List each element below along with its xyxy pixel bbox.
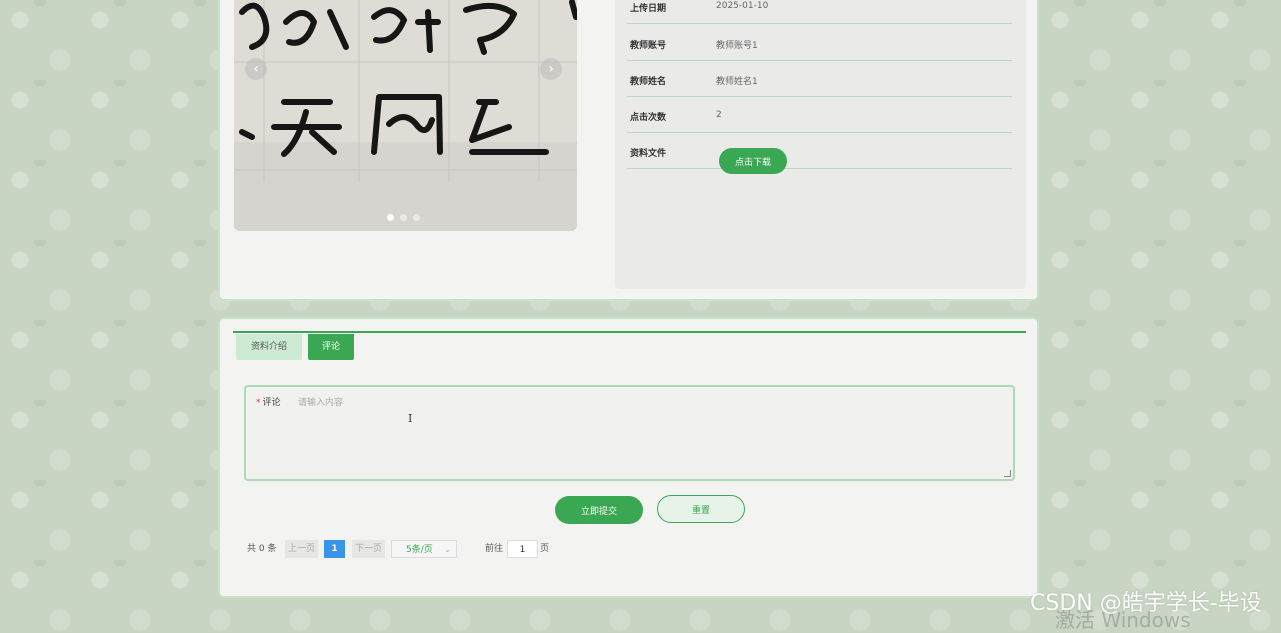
resize-grip-icon[interactable]	[1004, 470, 1011, 477]
pagination-goto-label: 前往	[485, 544, 504, 554]
csdn-watermark: CSDN @皓宇学长-毕设	[1030, 591, 1262, 616]
info-row-resource-file: 资料文件 点击下载	[627, 132, 1012, 174]
carousel-dot[interactable]	[387, 214, 394, 221]
info-value: 2025-01-10	[716, 1, 769, 11]
carousel-prev-button[interactable]: ‹	[245, 58, 267, 80]
resource-info-panel: 上传日期 2025-01-10 教师账号 教师账号1 教师姓名 教师姓名1 点击…	[615, 0, 1026, 289]
info-row-upload-date: 上传日期 2025-01-10	[627, 0, 1012, 24]
pagination-prev-button[interactable]: 上一页	[285, 540, 318, 558]
chevron-left-icon: ‹	[253, 61, 259, 77]
text-cursor-icon: I	[408, 412, 413, 425]
chevron-right-icon: ›	[548, 61, 554, 77]
page-size-select[interactable]: 5条/页 ⌄	[391, 540, 457, 558]
info-label: 上传日期	[630, 4, 667, 14]
info-value: 教师账号1	[716, 41, 758, 51]
comment-card: 资料介绍 评论 *评论 I 立即提交 重置 共 0 条 上一页 1 下一页 5条…	[218, 317, 1039, 598]
comment-textarea[interactable]	[296, 393, 1012, 477]
pagination-total: 共 0 条	[247, 544, 277, 554]
carousel-indicators	[387, 214, 420, 221]
chevron-down-icon: ⌄	[444, 545, 451, 554]
image-carousel[interactable]: ‹ ›	[234, 0, 577, 231]
pagination-next-button[interactable]: 下一页	[352, 540, 385, 558]
pagination-unit-label: 页	[540, 544, 550, 554]
comment-field-label: * 评论	[256, 395, 281, 408]
carousel-dot[interactable]	[400, 214, 407, 221]
info-label: 教师账号	[630, 41, 667, 51]
pagination: 共 0 条 上一页 1 下一页 5条/页 ⌄ 前往 1 页	[247, 540, 647, 560]
info-value: 2	[716, 110, 722, 120]
page-size-value: 5条/页	[406, 545, 433, 555]
info-value: 教师姓名1	[716, 77, 758, 87]
resource-detail-card: ‹ › 上传日期 2025-01-10 教师账号 教师账号1 教师姓名 教师姓名…	[218, 0, 1039, 301]
info-label: 资料文件	[630, 149, 667, 159]
info-label: 教师姓名	[630, 77, 667, 87]
reset-button[interactable]: 重置	[657, 495, 745, 523]
info-row-teacher-name: 教师姓名 教师姓名1	[627, 60, 1012, 97]
carousel-next-button[interactable]: ›	[540, 58, 562, 80]
info-row-teacher-account: 教师账号 教师账号1	[627, 24, 1012, 61]
submit-button[interactable]: 立即提交	[555, 496, 643, 524]
info-row-click-count: 点击次数 2	[627, 96, 1012, 133]
info-label: 点击次数	[630, 113, 667, 123]
carousel-dot[interactable]	[413, 214, 420, 221]
pagination-goto-input[interactable]: 1	[507, 540, 538, 558]
tab-resource-intro[interactable]: 资料介绍	[236, 334, 302, 360]
handwriting-slide-image	[234, 0, 577, 231]
pagination-page-1[interactable]: 1	[324, 540, 345, 558]
required-mark: *	[256, 398, 261, 408]
comment-label-text: 评论	[262, 398, 281, 408]
tab-comment[interactable]: 评论	[308, 334, 354, 360]
download-button[interactable]: 点击下载	[719, 148, 787, 174]
comment-form-item: *评论 I	[244, 385, 1015, 481]
tabs-divider	[233, 331, 1026, 333]
